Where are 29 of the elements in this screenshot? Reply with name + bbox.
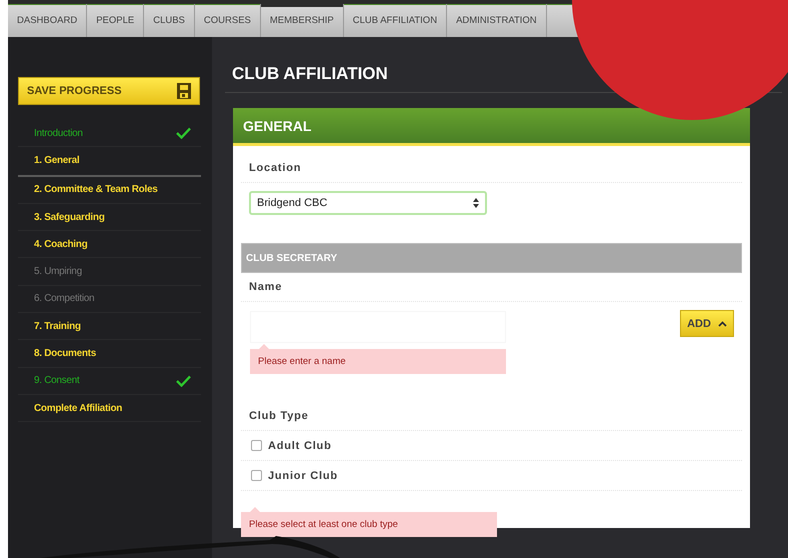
wizard-step-link[interactable]: 2. Committee & Team Roles bbox=[34, 184, 158, 196]
wizard-step-link[interactable]: Introduction bbox=[34, 128, 83, 139]
field-label: Location bbox=[241, 154, 742, 183]
chevron-up-icon bbox=[718, 320, 727, 326]
checkmark-icon bbox=[176, 127, 191, 140]
checkmark-icon bbox=[176, 374, 191, 387]
error-message: Please select at least one club type bbox=[241, 507, 497, 537]
name-input[interactable] bbox=[250, 311, 506, 343]
card-title: GENERAL bbox=[243, 118, 312, 134]
wizard-step-link[interactable]: 3. Safeguarding bbox=[34, 212, 105, 223]
field-label: Club Type bbox=[241, 402, 742, 431]
error-message: Please enter a name bbox=[250, 344, 506, 374]
stepper-arrows-icon bbox=[473, 198, 479, 208]
wizard-step-link[interactable]: 9. Consent bbox=[34, 375, 80, 386]
wizard-step-link[interactable]: 4. Coaching bbox=[34, 238, 88, 250]
nav-tab[interactable]: MEMBERSHIP bbox=[260, 4, 344, 41]
checkbox-label: Junior Club bbox=[268, 470, 338, 482]
checkbox[interactable] bbox=[251, 470, 262, 481]
field-label: Name bbox=[241, 273, 742, 302]
add-button[interactable]: ADD bbox=[680, 310, 734, 337]
wizard-step-link[interactable]: 1. General bbox=[34, 155, 80, 166]
section-header: CLUB SECRETARY bbox=[241, 243, 742, 273]
wizard-step-link[interactable]: 7. Training bbox=[34, 320, 81, 332]
location-select[interactable]: Bridgend CBC bbox=[249, 191, 487, 215]
wizard-step-link[interactable]: Complete Affiliation bbox=[34, 402, 122, 414]
wizard-step-link[interactable]: 8. Documents bbox=[34, 348, 96, 360]
checkbox[interactable] bbox=[251, 440, 262, 451]
checkbox-label: Adult Club bbox=[268, 440, 332, 452]
save-progress-button[interactable]: SAVE PROGRESS bbox=[18, 77, 200, 105]
